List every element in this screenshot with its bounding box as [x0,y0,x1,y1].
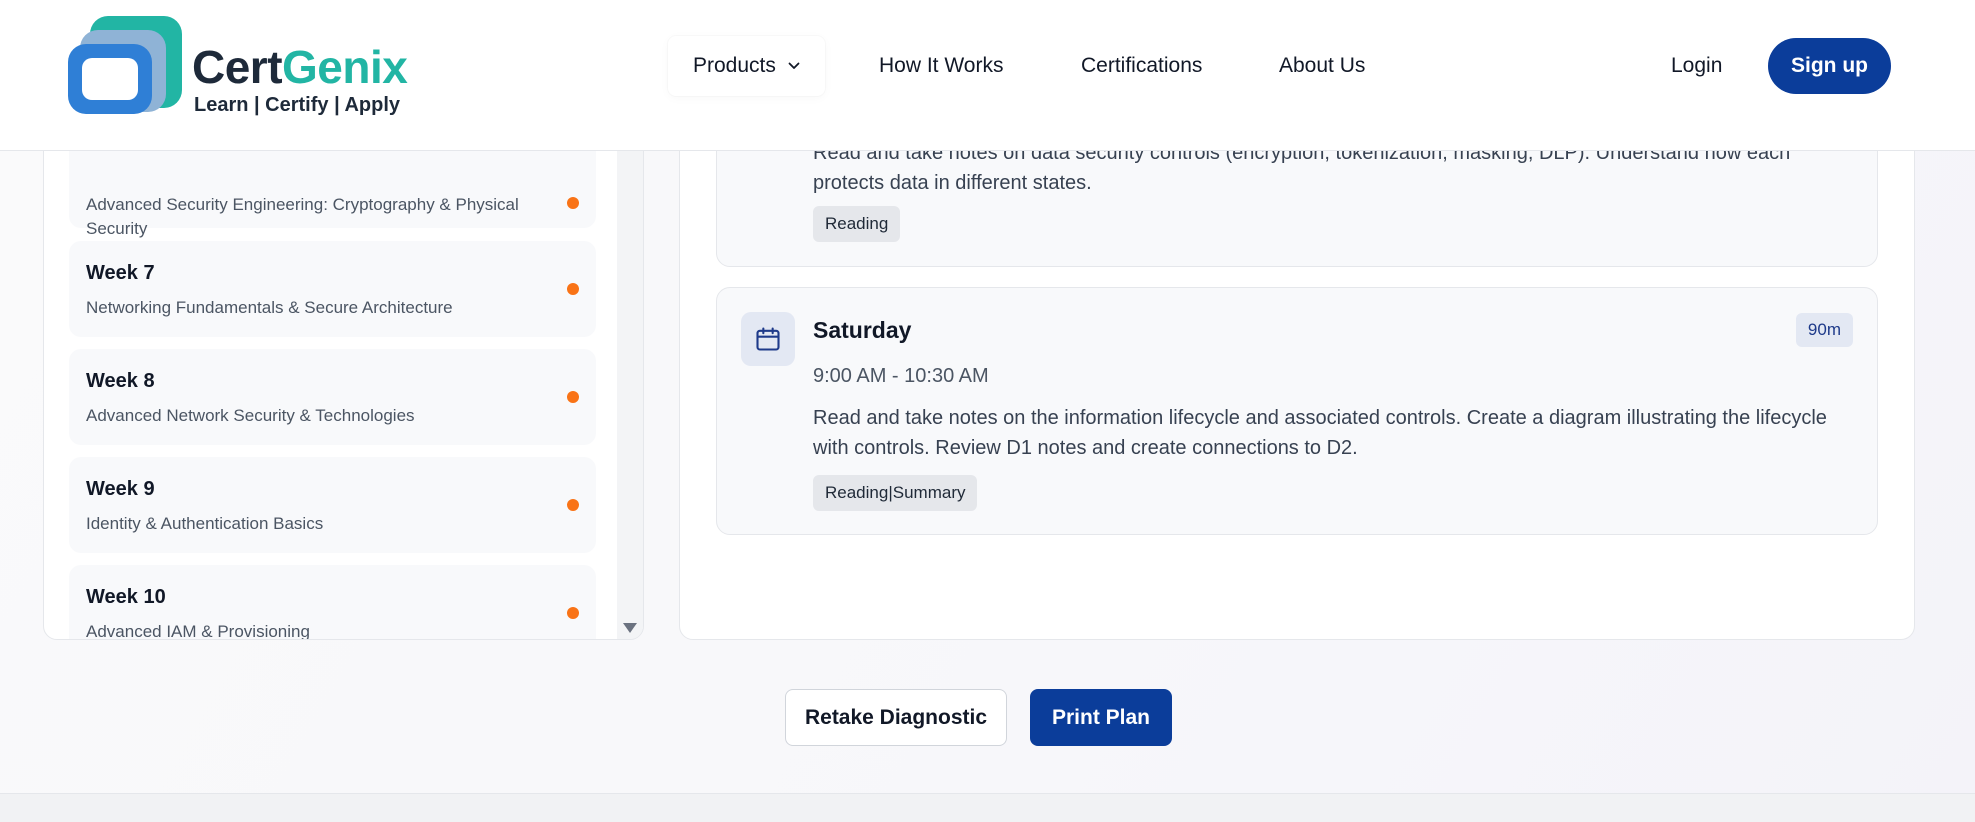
login-link[interactable]: Login [1671,36,1722,96]
nav-products-label: Products [693,54,776,77]
day-time: 9:00 AM - 10:30 AM [813,365,989,387]
signup-button[interactable]: Sign up [1768,38,1891,94]
status-dot [567,283,579,295]
print-plan-button[interactable]: Print Plan [1030,689,1172,746]
activity-tag: Reading [813,206,901,242]
week-card[interactable]: Week 9 Identity & Authentication Basics [69,457,596,553]
calendar-icon-box [741,312,795,366]
scroll-down-arrow-icon[interactable] [623,623,637,633]
status-dot [567,499,579,511]
weeks-panel: Advanced Security Engineering: Cryptogra… [43,90,644,640]
schedule-panel: Read and take notes on data security con… [679,90,1915,640]
week-card[interactable]: Week 8 Advanced Network Security & Techn… [69,349,596,445]
week-subtitle: Advanced Network Security & Technologies [86,406,415,425]
brand-tagline: Learn | Certify | Apply [194,94,401,116]
activity-tag: Reading|Summary [813,475,978,511]
week-title: Week 8 [86,370,155,392]
day-title: Saturday [813,317,912,343]
day-description: Read and take notes on the information l… [813,407,1827,459]
weeks-list: Advanced Security Engineering: Cryptogra… [44,91,619,639]
week-title: Week 9 [86,478,155,500]
week-title: Week 7 [86,262,155,284]
week-card[interactable]: Week 7 Networking Fundamentals & Secure … [69,241,596,337]
retake-diagnostic-button[interactable]: Retake Diagnostic [785,689,1007,746]
week-subtitle: Advanced IAM & Provisioning [86,622,310,640]
status-dot [567,391,579,403]
duration-badge: 90m [1795,313,1853,347]
week-title: Week 10 [86,586,166,608]
nav-products-dropdown[interactable]: Products [668,36,825,96]
nav-how-it-works[interactable]: How It Works [879,36,1003,96]
weeks-scrollbar[interactable] [617,91,643,639]
week-subtitle: Advanced Security Engineering: Cryptogra… [86,195,519,238]
nav-certifications[interactable]: Certifications [1081,36,1202,96]
status-dot [567,197,579,209]
site-header: CertGenix Learn | Certify | Apply Produc… [0,0,1975,151]
footer [0,793,1975,822]
calendar-icon [756,327,780,351]
day-card: Saturday 9:00 AM - 10:30 AM 90m Read and… [716,287,1878,535]
chevron-down-icon [788,63,800,70]
nav-about-us[interactable]: About Us [1279,36,1365,96]
week-subtitle: Identity & Authentication Basics [86,514,324,533]
week-card[interactable]: Week 10 Advanced IAM & Provisioning [69,565,596,640]
status-dot [567,607,579,619]
week-subtitle: Networking Fundamentals & Secure Archite… [86,298,453,317]
